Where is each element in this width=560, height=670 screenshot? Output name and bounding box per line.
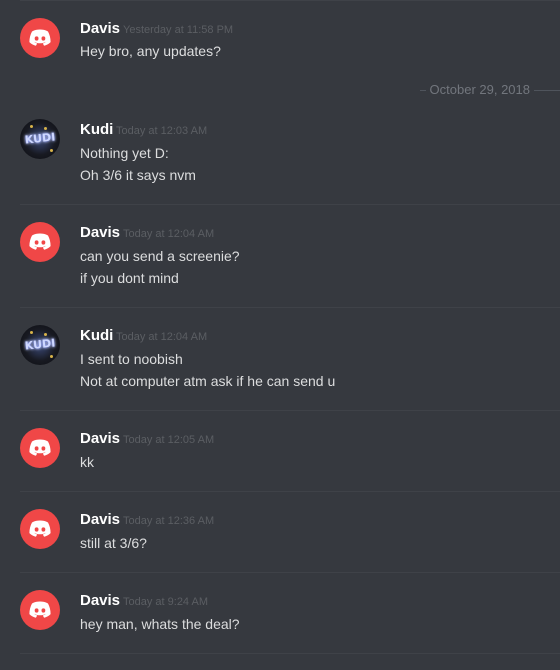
avatar[interactable]: KUDI — [20, 119, 60, 159]
message-text: Oh 3/6 it says nvm — [80, 167, 196, 183]
message-text: can you send a screenie? — [80, 248, 240, 264]
avatar[interactable] — [20, 509, 60, 549]
message-text: Nothing yet D: — [80, 145, 169, 161]
date-divider: October 29, 2018 — [20, 82, 560, 97]
author-name[interactable]: Davis — [80, 511, 120, 528]
discord-logo-icon — [29, 233, 51, 250]
message-text: Not at computer atm ask if he can send u — [80, 373, 336, 389]
avatar[interactable] — [20, 428, 60, 468]
message-divider — [20, 204, 560, 205]
message-text: if you dont mind — [80, 270, 179, 286]
timestamp: Today at 9:24 AM — [123, 596, 208, 608]
discord-logo-icon — [29, 29, 51, 46]
author-name[interactable]: Kudi — [80, 121, 113, 138]
message-divider — [20, 0, 560, 1]
message-divider — [20, 307, 560, 308]
message-text: still at 3/6? — [80, 535, 147, 551]
avatar[interactable]: KUDI — [20, 325, 60, 365]
author-name[interactable]: Davis — [80, 592, 120, 609]
timestamp: Today at 12:05 AM — [123, 434, 215, 446]
timestamp: Today at 12:36 AM — [123, 515, 215, 527]
discord-logo-icon — [29, 439, 51, 456]
timestamp: Yesterday at 11:58 PM — [123, 24, 234, 36]
author-name[interactable]: Davis — [80, 20, 120, 37]
discord-logo-icon — [29, 601, 51, 618]
message-text: I sent to noobish — [80, 351, 183, 367]
message-text: hey man, whats the deal? — [80, 616, 240, 632]
timestamp: Today at 12:03 AM — [116, 125, 208, 137]
discord-logo-icon — [29, 520, 51, 537]
avatar[interactable] — [20, 18, 60, 58]
timestamp: Today at 12:04 AM — [116, 331, 208, 343]
author-name[interactable]: Davis — [80, 430, 120, 447]
avatar[interactable] — [20, 590, 60, 630]
message-text: Hey bro, any updates? — [80, 43, 221, 59]
author-name[interactable]: Davis — [80, 224, 120, 241]
author-name[interactable]: Kudi — [80, 327, 113, 344]
message-divider — [20, 653, 560, 654]
message-divider — [20, 491, 560, 492]
avatar[interactable] — [20, 222, 60, 262]
timestamp: Today at 12:04 AM — [123, 228, 215, 240]
message-text: kk — [80, 454, 94, 470]
date-divider-label: October 29, 2018 — [425, 82, 534, 97]
message-divider — [20, 572, 560, 573]
message-divider — [20, 410, 560, 411]
